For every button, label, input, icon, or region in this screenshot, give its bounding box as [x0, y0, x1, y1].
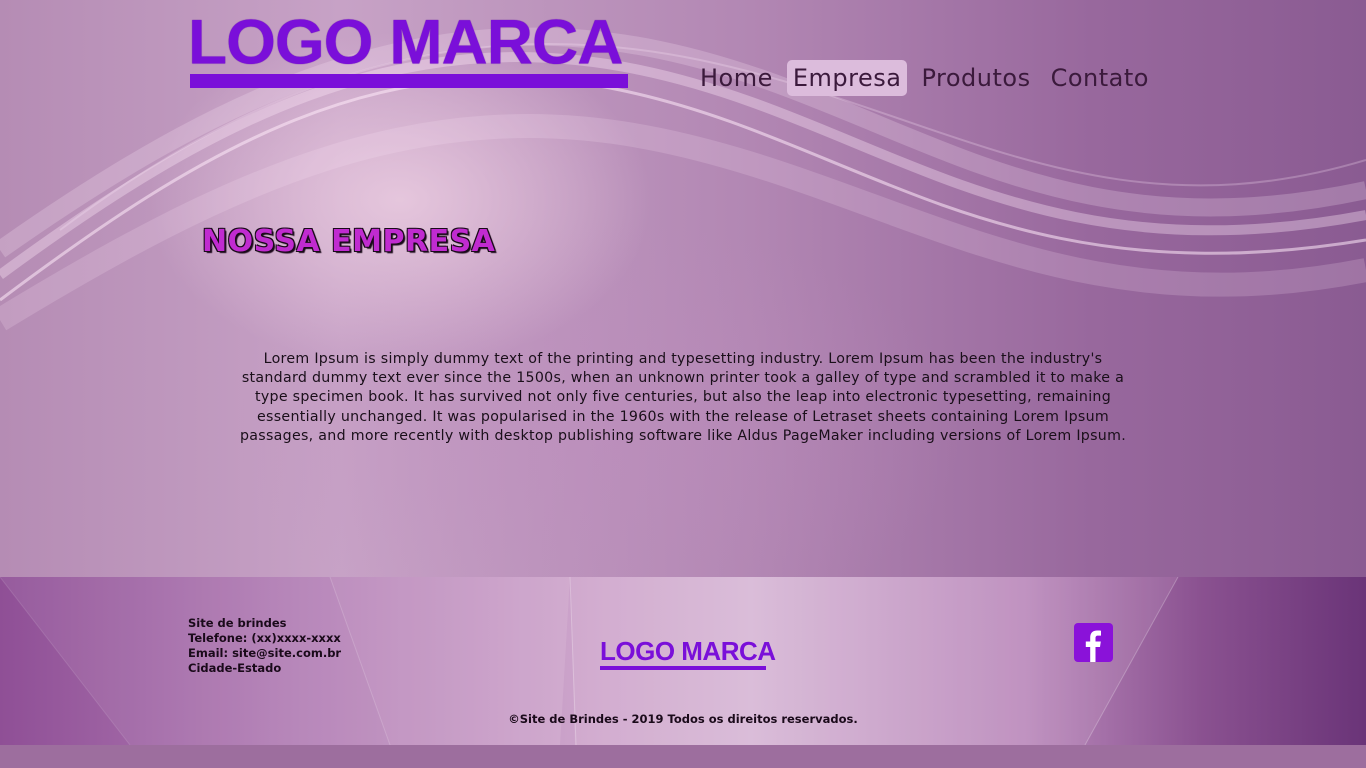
- contact-city: Cidade-Estado: [188, 661, 282, 675]
- facebook-icon[interactable]: [1074, 623, 1113, 662]
- contact-phone: Telefone: (xx)xxxx-xxxx: [188, 631, 341, 645]
- nav-item-empresa[interactable]: Empresa: [786, 60, 908, 96]
- contact-info: Site de brindes Telefone: (xx)xxxx-xxxx …: [188, 616, 341, 676]
- page-title: NOSSA EMPRESA: [202, 224, 496, 259]
- hero-background: LOGO MARCA Home Empresa Produtos Contato…: [0, 0, 1366, 577]
- nav-item-produtos[interactable]: Produtos: [915, 60, 1036, 96]
- body-paragraph: Lorem Ipsum is simply dummy text of the …: [239, 351, 1127, 444]
- main-nav: Home Empresa Produtos Contato: [694, 60, 1155, 96]
- footer-logo[interactable]: LOGO MARCA: [600, 635, 776, 667]
- footer-logo-underline: [600, 666, 766, 670]
- footer: Site de brindes Telefone: (xx)xxxx-xxxx …: [0, 577, 1366, 745]
- contact-email: Email: site@site.com.br: [188, 646, 342, 660]
- logo-underline: [190, 74, 628, 88]
- logo[interactable]: LOGO MARCA: [188, 9, 623, 76]
- nav-item-home[interactable]: Home: [694, 60, 779, 96]
- nav-item-contato[interactable]: Contato: [1045, 60, 1155, 96]
- copyright: ©Site de Brindes - 2019 Todos os direito…: [508, 712, 858, 726]
- bottom-strip: [0, 745, 1366, 768]
- contact-name: Site de brindes: [188, 616, 287, 630]
